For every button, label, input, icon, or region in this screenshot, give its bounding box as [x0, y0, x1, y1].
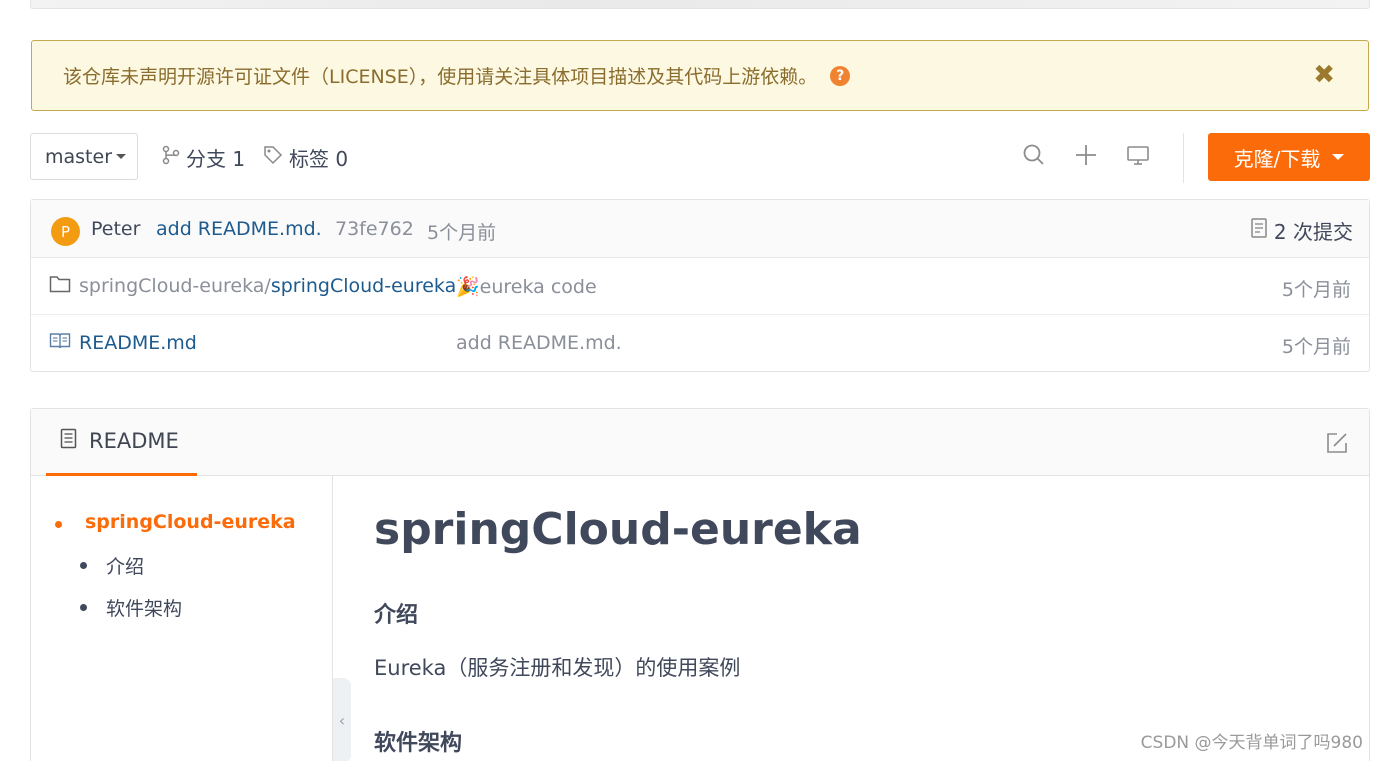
tags-label: 标签 0 — [289, 147, 349, 171]
clone-download-button[interactable]: 克隆/下载 — [1208, 133, 1370, 181]
readme-heading-intro: 介绍 — [374, 603, 419, 628]
tab-readme[interactable]: README — [46, 409, 197, 476]
file-commit-message[interactable]: add README.md. — [456, 332, 622, 354]
branch-select[interactable]: master — [30, 133, 138, 180]
toc-item-title[interactable]: springCloud-eureka — [85, 511, 296, 533]
file-time: 5个月前 — [1281, 279, 1351, 301]
toc-bullet — [80, 604, 87, 611]
branches-link[interactable]: 分支 1 — [162, 143, 245, 172]
readme-header: README — [31, 409, 1369, 476]
avatar[interactable]: P — [51, 217, 80, 246]
readme-paragraph: Eureka（服务注册和发现）的使用案例 — [374, 656, 741, 680]
tag-icon — [263, 145, 283, 170]
file-name[interactable]: README.md — [79, 332, 197, 354]
file-row[interactable]: springCloud-eureka/springCloud-eureka 🎉e… — [31, 258, 1369, 315]
monitor-icon[interactable] — [1126, 143, 1150, 173]
close-icon[interactable]: ✖ — [1313, 60, 1335, 90]
book-icon — [49, 331, 71, 355]
chevron-down-icon — [116, 154, 127, 159]
commit-sha[interactable]: 73fe762 — [335, 218, 414, 240]
repo-toolbar: master 分支 1 标签 0 克隆/下载 — [30, 133, 1370, 183]
readme-toc: springCloud-eureka 介绍 软件架构 — [31, 476, 333, 761]
chevron-down-icon — [1332, 154, 1345, 160]
branch-icon — [162, 145, 180, 170]
commit-message[interactable]: add README.md. — [156, 218, 322, 240]
toc-item-architecture[interactable]: 软件架构 — [106, 594, 182, 621]
watermark: CSDN @今天背单词了吗980 — [1140, 733, 1363, 753]
clone-label: 克隆/下载 — [1233, 146, 1321, 171]
readme-tab-label: README — [89, 429, 179, 453]
commit-count-link[interactable]: 2 次提交 — [1250, 216, 1353, 245]
readme-panel: README springCloud-eureka 介绍 软件架构 ‹ spri… — [30, 408, 1370, 761]
commits-icon — [1250, 217, 1268, 244]
toc-bullet — [80, 562, 87, 569]
latest-commit: P Peter add README.md. 73fe762 5个月前 2 次提… — [31, 200, 1369, 258]
file-row[interactable]: README.md add README.md. 5个月前 — [31, 315, 1369, 372]
commit-count: 2 次提交 — [1273, 220, 1353, 244]
license-notice: 该仓库未声明开源许可证文件（LICENSE），使用请关注具体项目描述及其代码上游… — [31, 40, 1369, 111]
chevron-left-icon: ‹ — [338, 711, 346, 730]
document-icon — [60, 428, 77, 454]
toolbar-divider — [1183, 133, 1184, 183]
top-strip — [30, 0, 1370, 9]
commit-author[interactable]: Peter — [91, 218, 140, 240]
search-icon[interactable] — [1022, 143, 1046, 173]
branch-name: master — [45, 145, 113, 168]
file-name[interactable]: springCloud-eureka/springCloud-eureka — [79, 275, 456, 297]
help-icon[interactable]: ? — [830, 65, 851, 86]
notice-text: 该仓库未声明开源许可证文件（LICENSE），使用请关注具体项目描述及其代码上游… — [63, 66, 818, 88]
file-time: 5个月前 — [1281, 336, 1351, 358]
branches-label: 分支 1 — [186, 147, 246, 171]
edit-icon[interactable] — [1325, 431, 1349, 461]
readme-heading-architecture: 软件架构 — [374, 731, 463, 756]
file-list: P Peter add README.md. 73fe762 5个月前 2 次提… — [30, 199, 1370, 372]
toc-collapse-toggle[interactable]: ‹ — [333, 678, 351, 761]
tags-link[interactable]: 标签 0 — [263, 143, 348, 172]
folder-icon — [49, 274, 71, 299]
toc-item-intro[interactable]: 介绍 — [106, 552, 144, 579]
toc-bullet — [55, 521, 62, 528]
plus-icon[interactable] — [1074, 143, 1098, 173]
readme-title: springCloud-eureka — [374, 504, 862, 555]
commit-time: 5个月前 — [427, 222, 497, 244]
file-commit-message[interactable]: 🎉eureka code — [456, 275, 597, 298]
